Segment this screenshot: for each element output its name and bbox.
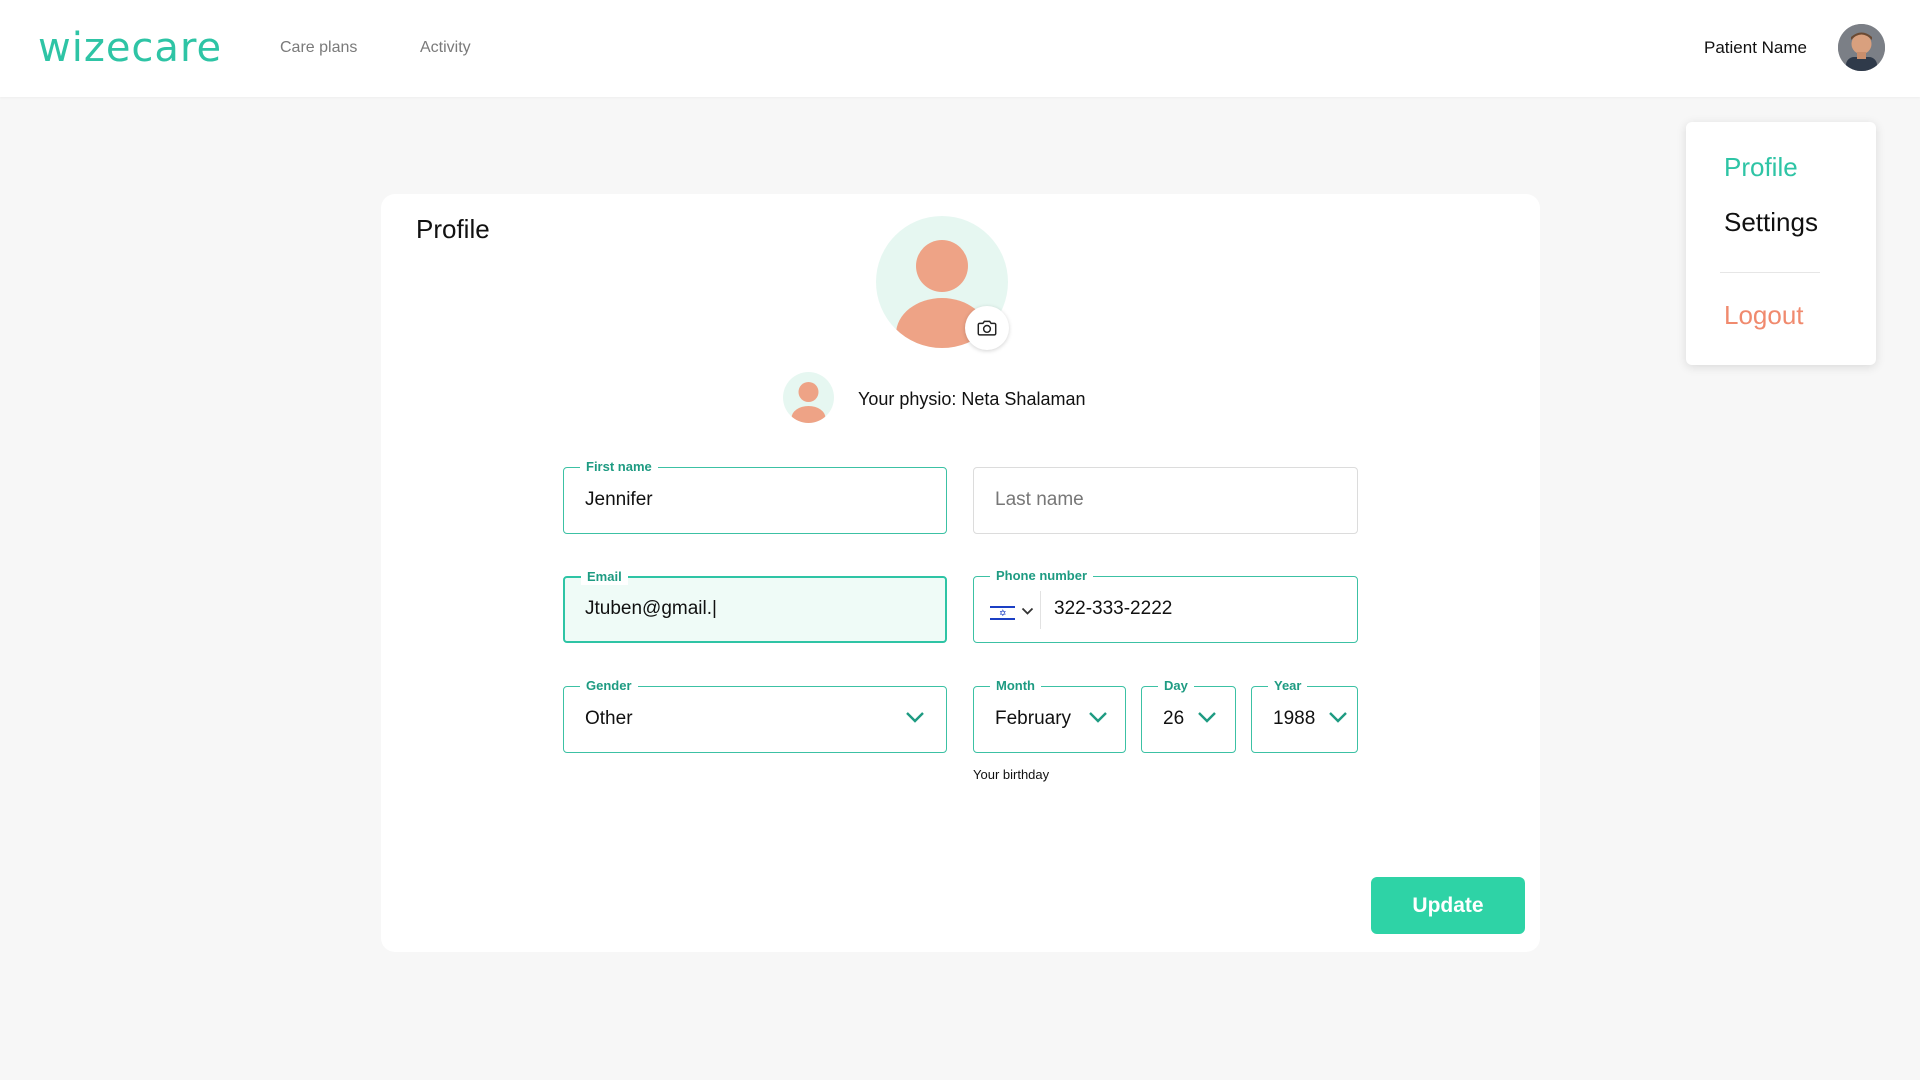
birthday-helper-text: Your birthday (973, 767, 1050, 782)
month-value: February (995, 708, 1072, 729)
camera-icon (977, 320, 997, 336)
physio-avatar (783, 372, 834, 423)
israel-flag-icon[interactable]: ✡ (990, 605, 1015, 621)
birth-day-select[interactable]: Day 26 (1141, 678, 1236, 753)
last-name-placeholder: Last name (995, 489, 1084, 510)
first-name-field[interactable]: First name Jennifer (563, 459, 947, 534)
user-avatar[interactable] (1838, 24, 1885, 71)
country-chevron-down-icon[interactable] (1021, 606, 1034, 616)
page-title: Profile (416, 214, 490, 244)
last-name-field[interactable]: Last name (973, 467, 1358, 534)
email-label: Email (581, 569, 628, 585)
nav-activity[interactable]: Activity (420, 38, 471, 58)
wizecare-logo[interactable]: wizecare (38, 28, 222, 68)
month-label: Month (990, 678, 1041, 694)
day-value: 26 (1163, 708, 1185, 729)
profile-dropdown-menu: Profile Settings Logout (1686, 122, 1876, 365)
gender-label: Gender (580, 678, 638, 694)
first-name-value: Jennifer (585, 489, 653, 510)
user-photo-icon (1838, 24, 1885, 71)
physio-info: Your physio: Neta Shalaman (858, 389, 1086, 409)
top-header: wizecare Care plans Activity Patient Nam… (0, 0, 1920, 97)
nav-care-plans[interactable]: Care plans (280, 38, 357, 58)
year-label: Year (1268, 678, 1308, 694)
phone-divider (1040, 591, 1041, 629)
change-photo-button[interactable] (965, 306, 1009, 350)
chevron-down-icon (906, 712, 924, 723)
update-button[interactable]: Update (1371, 877, 1525, 934)
phone-number-label: Phone number (990, 568, 1094, 584)
gender-select[interactable]: Gender Other (563, 678, 947, 753)
profile-card: Profile Your physio: Neta Shalaman First… (381, 194, 1540, 952)
email-field[interactable]: Email Jtuben@gmail.| (563, 569, 947, 643)
menu-divider (1720, 272, 1820, 273)
phone-number-field[interactable]: Phone number ✡ 322-333-2222 (973, 568, 1358, 643)
year-value: 1988 (1273, 708, 1316, 729)
patient-name: Patient Name (1704, 38, 1807, 57)
menu-item-profile[interactable]: Profile (1724, 152, 1798, 182)
chevron-down-icon (1198, 712, 1216, 723)
first-name-label: First name (580, 459, 658, 475)
gender-value: Other (585, 708, 633, 729)
menu-item-settings[interactable]: Settings (1724, 207, 1818, 237)
chevron-down-icon (1089, 712, 1107, 723)
birth-year-select[interactable]: Year 1988 (1251, 678, 1358, 753)
person-icon (791, 382, 826, 423)
birth-month-select[interactable]: Month February (973, 678, 1126, 753)
menu-item-logout[interactable]: Logout (1724, 300, 1804, 330)
email-value: Jtuben@gmail.| (585, 598, 717, 619)
chevron-down-icon (1329, 712, 1347, 723)
day-label: Day (1158, 678, 1194, 694)
phone-number-value: 322-333-2222 (1054, 598, 1173, 619)
